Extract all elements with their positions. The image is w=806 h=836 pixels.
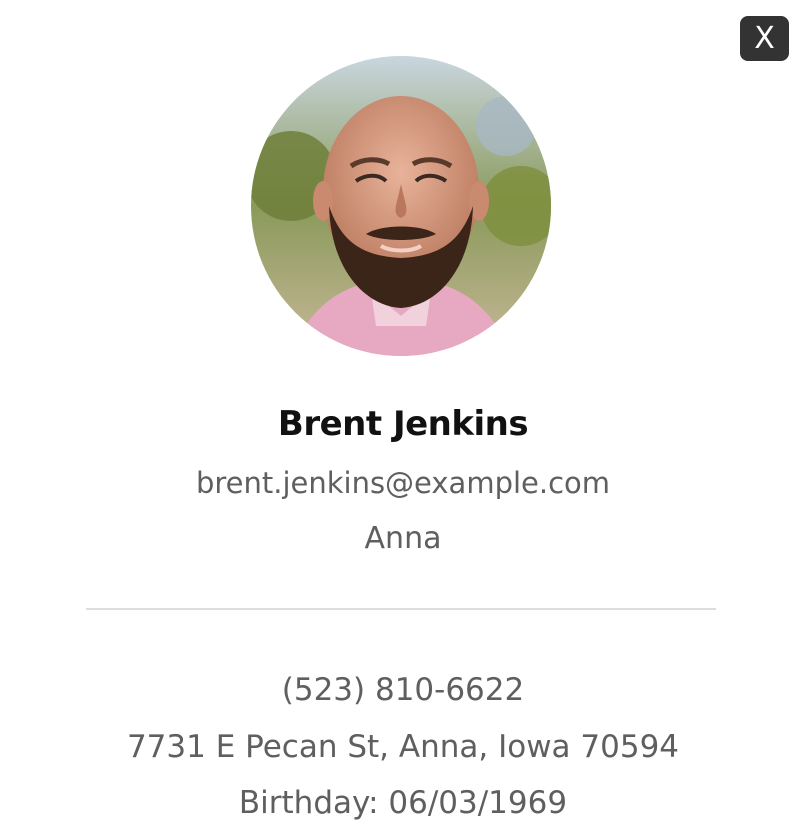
profile-email: brent.jenkins@example.com [195,466,611,500]
profile-address: 7731 E Pecan St, Anna, Iowa 70594 [126,729,680,765]
profile-name: Brent Jenkins [277,404,529,444]
avatar-photo [251,56,551,356]
avatar [251,56,551,356]
close-button[interactable]: X [740,16,789,61]
profile-birthday: Birthday: 06/03/1969 [238,785,568,821]
profile-city: Anna [364,521,442,556]
divider [86,608,716,610]
profile-phone: (523) 810-6622 [281,672,525,708]
